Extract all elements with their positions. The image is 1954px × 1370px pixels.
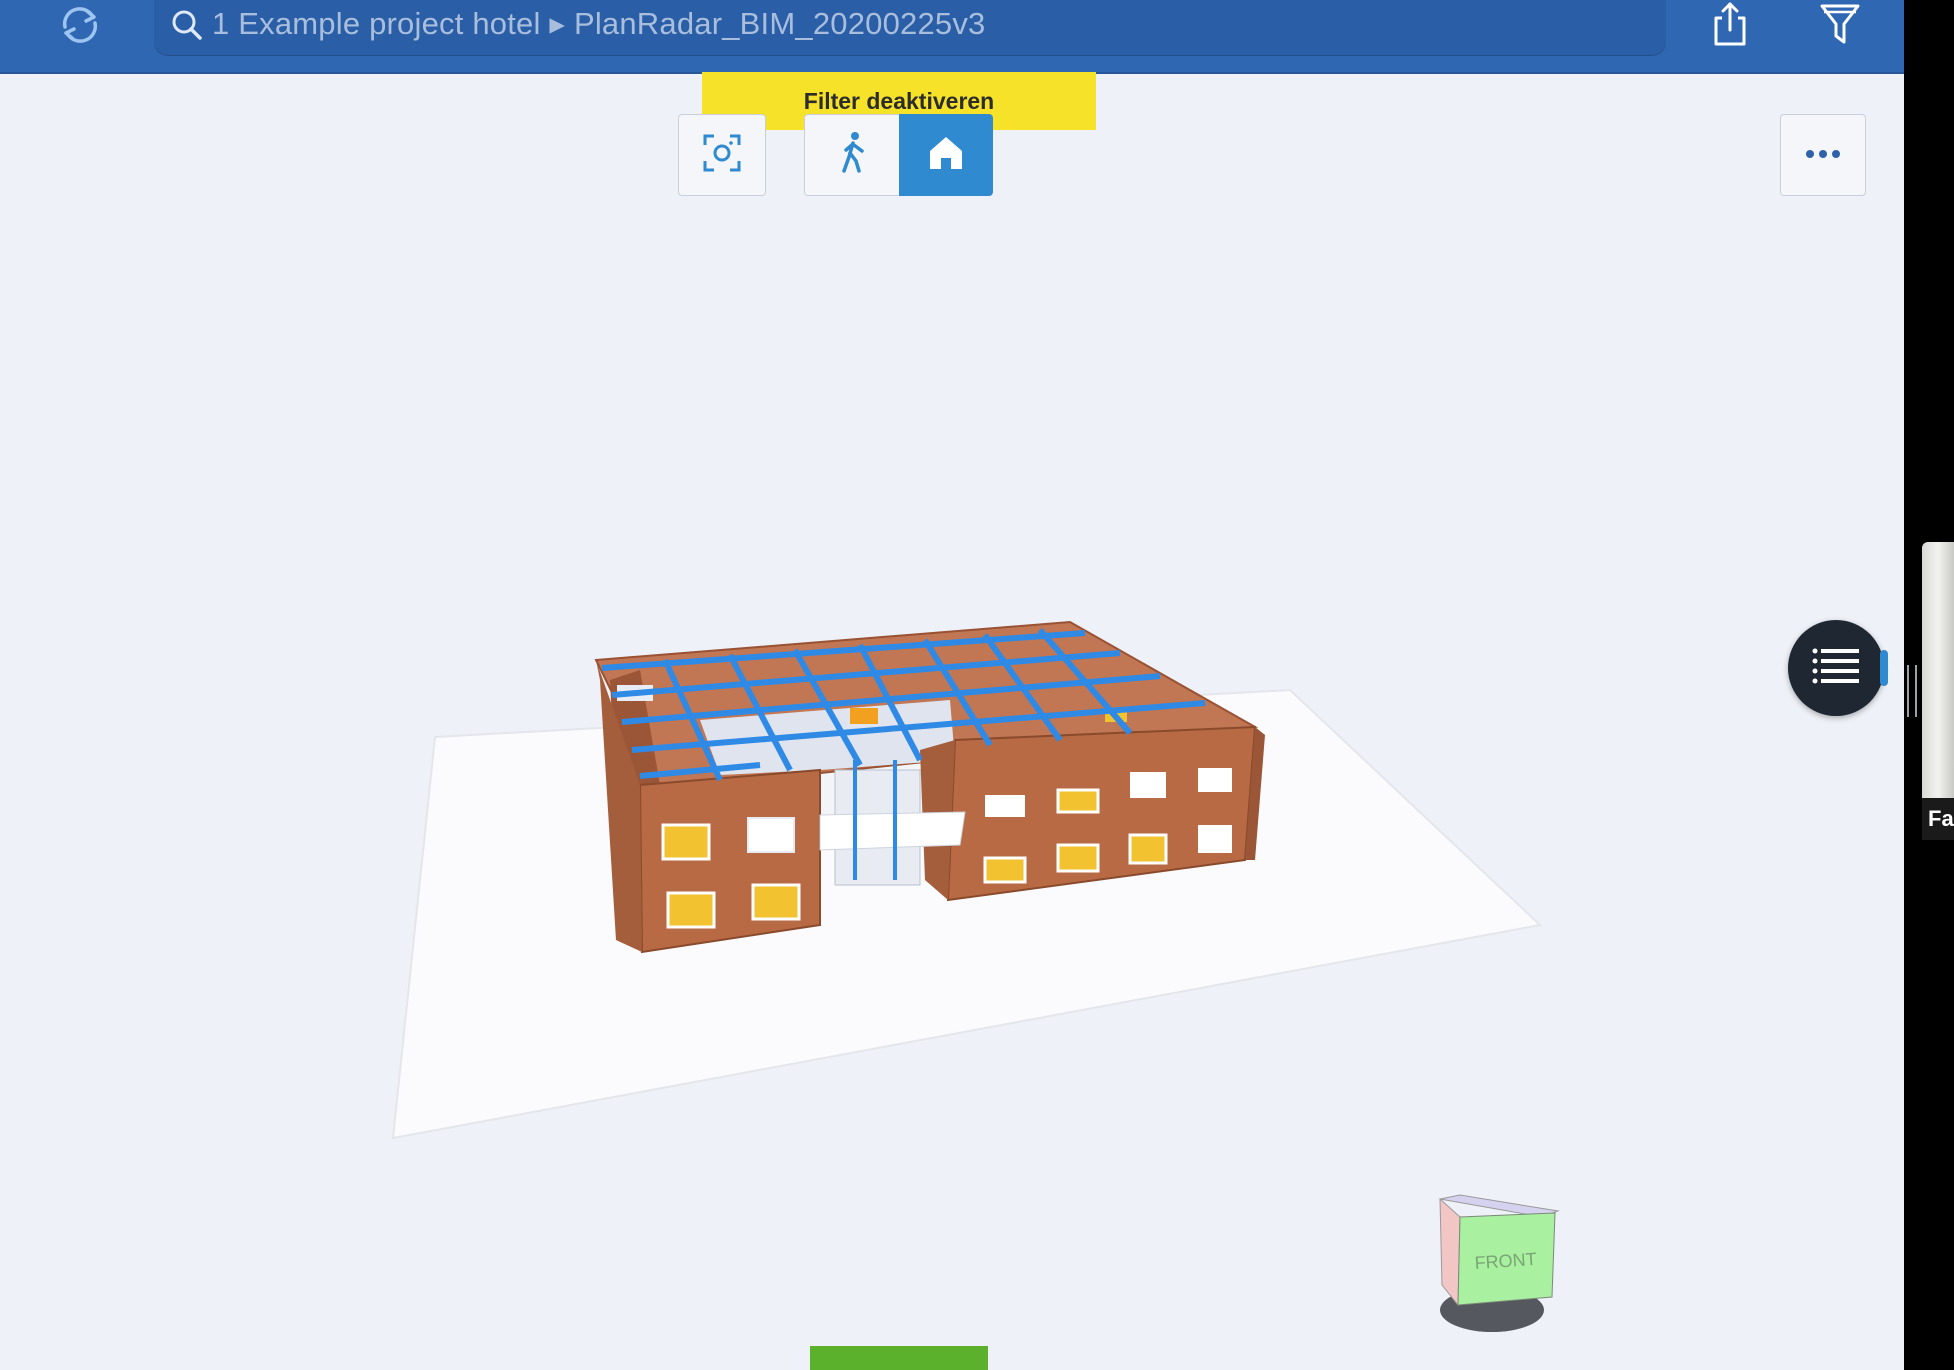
list-icon [1811, 646, 1861, 691]
share-icon[interactable] [1700, 0, 1760, 50]
camera-focus-icon [701, 132, 743, 179]
participant-label: Fa [1922, 798, 1954, 840]
view-cube[interactable]: FRONT [1430, 1185, 1570, 1345]
walking-person-icon [833, 131, 873, 180]
search-breadcrumb: 1 Example project hotel ▸ PlanRadar_BIM_… [212, 6, 986, 41]
home-icon [926, 133, 966, 178]
search-input[interactable]: 1 Example project hotel ▸ PlanRadar_BIM_… [154, 0, 1666, 56]
building-model[interactable] [0, 196, 1904, 1370]
home-view-button[interactable] [899, 114, 993, 196]
more-options-button[interactable] [1780, 114, 1866, 196]
search-icon [168, 6, 206, 49]
list-panel-button[interactable] [1788, 620, 1888, 716]
fab-accent [1880, 650, 1888, 686]
refresh-icon[interactable] [50, 0, 110, 50]
walk-mode-button[interactable] [804, 114, 900, 196]
bottom-green-tab[interactable] [810, 1346, 988, 1370]
ellipsis-icon [1805, 146, 1841, 164]
3d-viewport[interactable] [0, 196, 1904, 1370]
filter-icon[interactable] [1810, 0, 1870, 50]
participant-video-thumbnail[interactable] [1922, 542, 1954, 798]
panel-drag-handle[interactable] [1907, 665, 1917, 717]
bim-viewer-app: 1 Example project hotel ▸ PlanRadar_BIM_… [0, 0, 1904, 1370]
screenshot-button[interactable] [678, 114, 766, 196]
top-bar: 1 Example project hotel ▸ PlanRadar_BIM_… [0, 0, 1904, 74]
